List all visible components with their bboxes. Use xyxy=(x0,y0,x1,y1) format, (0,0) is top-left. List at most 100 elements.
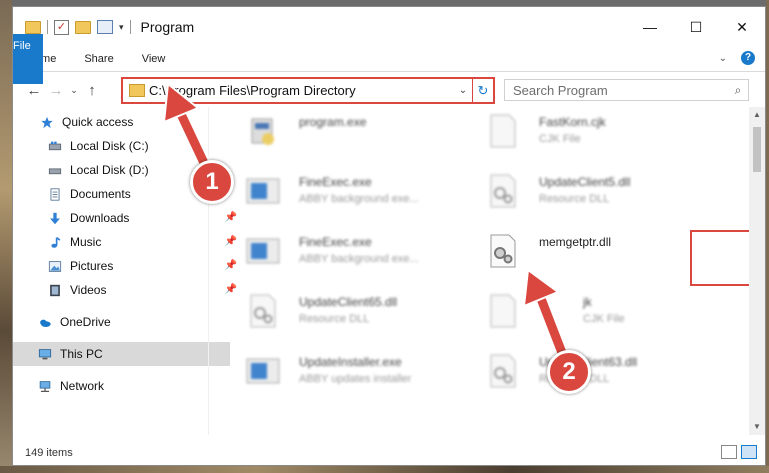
view-switcher xyxy=(721,445,757,459)
file-name: FineExec.exe xyxy=(299,235,372,249)
file-name: FastKorn.cjk xyxy=(539,115,606,129)
nav-label: Downloads xyxy=(70,211,130,225)
scroll-thumb[interactable] xyxy=(753,127,761,172)
file-name: UpdateClient5.dll xyxy=(539,175,631,189)
file-name: jk xyxy=(583,295,592,309)
callout-badge-1: 1 xyxy=(190,160,234,204)
back-arrow-icon[interactable]: ← xyxy=(23,82,45,99)
file-type: ABBY updates installer xyxy=(299,373,412,385)
folder-icon xyxy=(25,20,41,34)
dll-gear-icon xyxy=(250,294,276,328)
file-item[interactable]: UpdateClient5.dll Resource DLL xyxy=(483,171,713,221)
file-name: UpdateInstaller.exe xyxy=(299,355,402,369)
application-icon xyxy=(246,238,280,264)
file-item[interactable]: FastKorn.cjk CJK File xyxy=(483,111,713,161)
file-type: ABBY background exe... xyxy=(299,253,419,265)
desktop-background xyxy=(0,0,12,473)
file-list: program.exe FineExec.exe ABBY background … xyxy=(223,107,765,435)
file-item[interactable]: program.exe xyxy=(243,111,473,161)
nav-item-this-pc[interactable]: This PC xyxy=(13,342,230,366)
close-button[interactable]: ✕ xyxy=(719,7,765,47)
file-item[interactable]: UpdateInstaller.exe ABBY updates installe… xyxy=(243,351,473,401)
file-type: CJK File xyxy=(583,313,625,325)
nav-label: Local Disk (D:) xyxy=(70,163,149,177)
toolbar-divider xyxy=(129,20,131,34)
file-type: Resource DLL xyxy=(299,313,370,325)
forward-arrow-icon[interactable]: → xyxy=(45,82,67,99)
file-name: FineExec.exe xyxy=(299,175,372,189)
file-type: ABBY background exe... xyxy=(299,193,419,205)
search-box[interactable]: Search Program ⌕ xyxy=(504,79,749,101)
chevron-down-icon[interactable]: ▾ xyxy=(119,22,124,33)
documents-icon xyxy=(50,187,60,201)
up-arrow-icon[interactable]: ↑ xyxy=(81,82,103,99)
nav-item-videos[interactable]: Videos 📌 xyxy=(13,278,240,302)
file-type: CJK File xyxy=(539,133,581,145)
scroll-down-icon[interactable]: ▼ xyxy=(749,419,765,435)
network-icon xyxy=(39,380,51,392)
explorer-body: Quick access Local Disk (C:) Local Disk … xyxy=(13,107,765,435)
maximize-button[interactable]: ☐ xyxy=(673,7,719,47)
nav-label: Videos xyxy=(70,283,107,297)
chevron-down-icon[interactable]: ⌄ xyxy=(454,85,472,96)
nav-label: This PC xyxy=(60,347,103,361)
search-icon[interactable]: ⌕ xyxy=(728,83,748,98)
window-controls: — ☐ ✕ xyxy=(627,7,765,47)
callout-badge-2: 2 xyxy=(547,350,591,394)
nav-label: Quick access xyxy=(62,115,134,129)
title-bar: ✓ ▾ Program — ☐ ✕ xyxy=(13,7,765,47)
nav-item-onedrive[interactable]: OneDrive xyxy=(13,310,230,334)
new-folder-icon[interactable] xyxy=(75,20,91,34)
file-item[interactable]: FineExec.exe ABBY background exe... xyxy=(243,231,473,281)
tab-share[interactable]: Share xyxy=(70,47,127,71)
nav-label: Pictures xyxy=(70,259,114,273)
tab-view[interactable]: View xyxy=(128,47,180,71)
dll-gear-icon xyxy=(490,174,516,208)
nav-item-downloads[interactable]: Downloads 📌 xyxy=(13,206,240,230)
file-name: UpdateClient65.dll xyxy=(299,295,398,309)
quick-access-toolbar: ✓ ▾ xyxy=(13,19,131,35)
search-input[interactable]: Search Program xyxy=(505,83,728,98)
nav-item-music[interactable]: Music 📌 xyxy=(13,230,240,254)
nav-label: Music xyxy=(70,235,102,249)
star-icon xyxy=(41,116,53,128)
expand-ribbon-icon[interactable]: ⌄ xyxy=(719,53,727,64)
file-item[interactable]: UpdateClient65.dll Resource DLL xyxy=(243,291,473,341)
folder-icon xyxy=(129,84,145,97)
application-icon xyxy=(246,178,280,204)
file-item[interactable]: FineExec.exe ABBY background exe... xyxy=(243,171,473,221)
scroll-up-icon[interactable]: ▲ xyxy=(749,107,765,123)
status-bar: 149 items xyxy=(13,440,765,465)
nav-item-pictures[interactable]: Pictures 📌 xyxy=(13,254,240,278)
details-view-icon[interactable] xyxy=(721,445,737,459)
customize-icon[interactable] xyxy=(97,20,113,34)
minimize-button[interactable]: — xyxy=(627,7,673,47)
file-explorer-window: ✓ ▾ Program — ☐ ✕ File Home Share View ⌄… xyxy=(12,6,766,466)
file-name: memgetptr.dll xyxy=(539,235,612,249)
exe-icon xyxy=(251,118,274,145)
pc-icon xyxy=(38,348,52,359)
dll-gear-icon xyxy=(490,234,516,268)
toolbar-divider xyxy=(47,20,48,34)
refresh-icon[interactable]: ↻ xyxy=(472,79,493,102)
ribbon-tabs: File Home Share View ⌄ ? xyxy=(13,34,765,84)
nav-label: OneDrive xyxy=(60,315,111,329)
help-icon[interactable]: ? xyxy=(741,51,755,65)
videos-icon xyxy=(50,284,60,296)
nav-label: Documents xyxy=(70,187,131,201)
address-row: ← → ⌄ ↑ C:\Program Files\Program Directo… xyxy=(13,72,765,108)
application-icon xyxy=(246,358,280,384)
large-icons-view-icon[interactable] xyxy=(741,445,757,459)
blank-file-icon xyxy=(490,114,516,148)
item-count: 149 items xyxy=(25,447,73,459)
desktop-background-bottom xyxy=(0,466,769,473)
nav-label: Local Disk (C:) xyxy=(70,139,149,153)
pictures-icon xyxy=(48,260,62,272)
vertical-scrollbar[interactable]: ▲ ▼ xyxy=(749,107,765,435)
cloud-icon xyxy=(40,319,51,327)
recent-chevron-icon[interactable]: ⌄ xyxy=(67,85,81,96)
nav-item-network[interactable]: Network xyxy=(13,374,230,398)
properties-check-icon[interactable]: ✓ xyxy=(54,19,69,35)
download-icon xyxy=(50,212,60,224)
music-icon xyxy=(51,236,61,248)
